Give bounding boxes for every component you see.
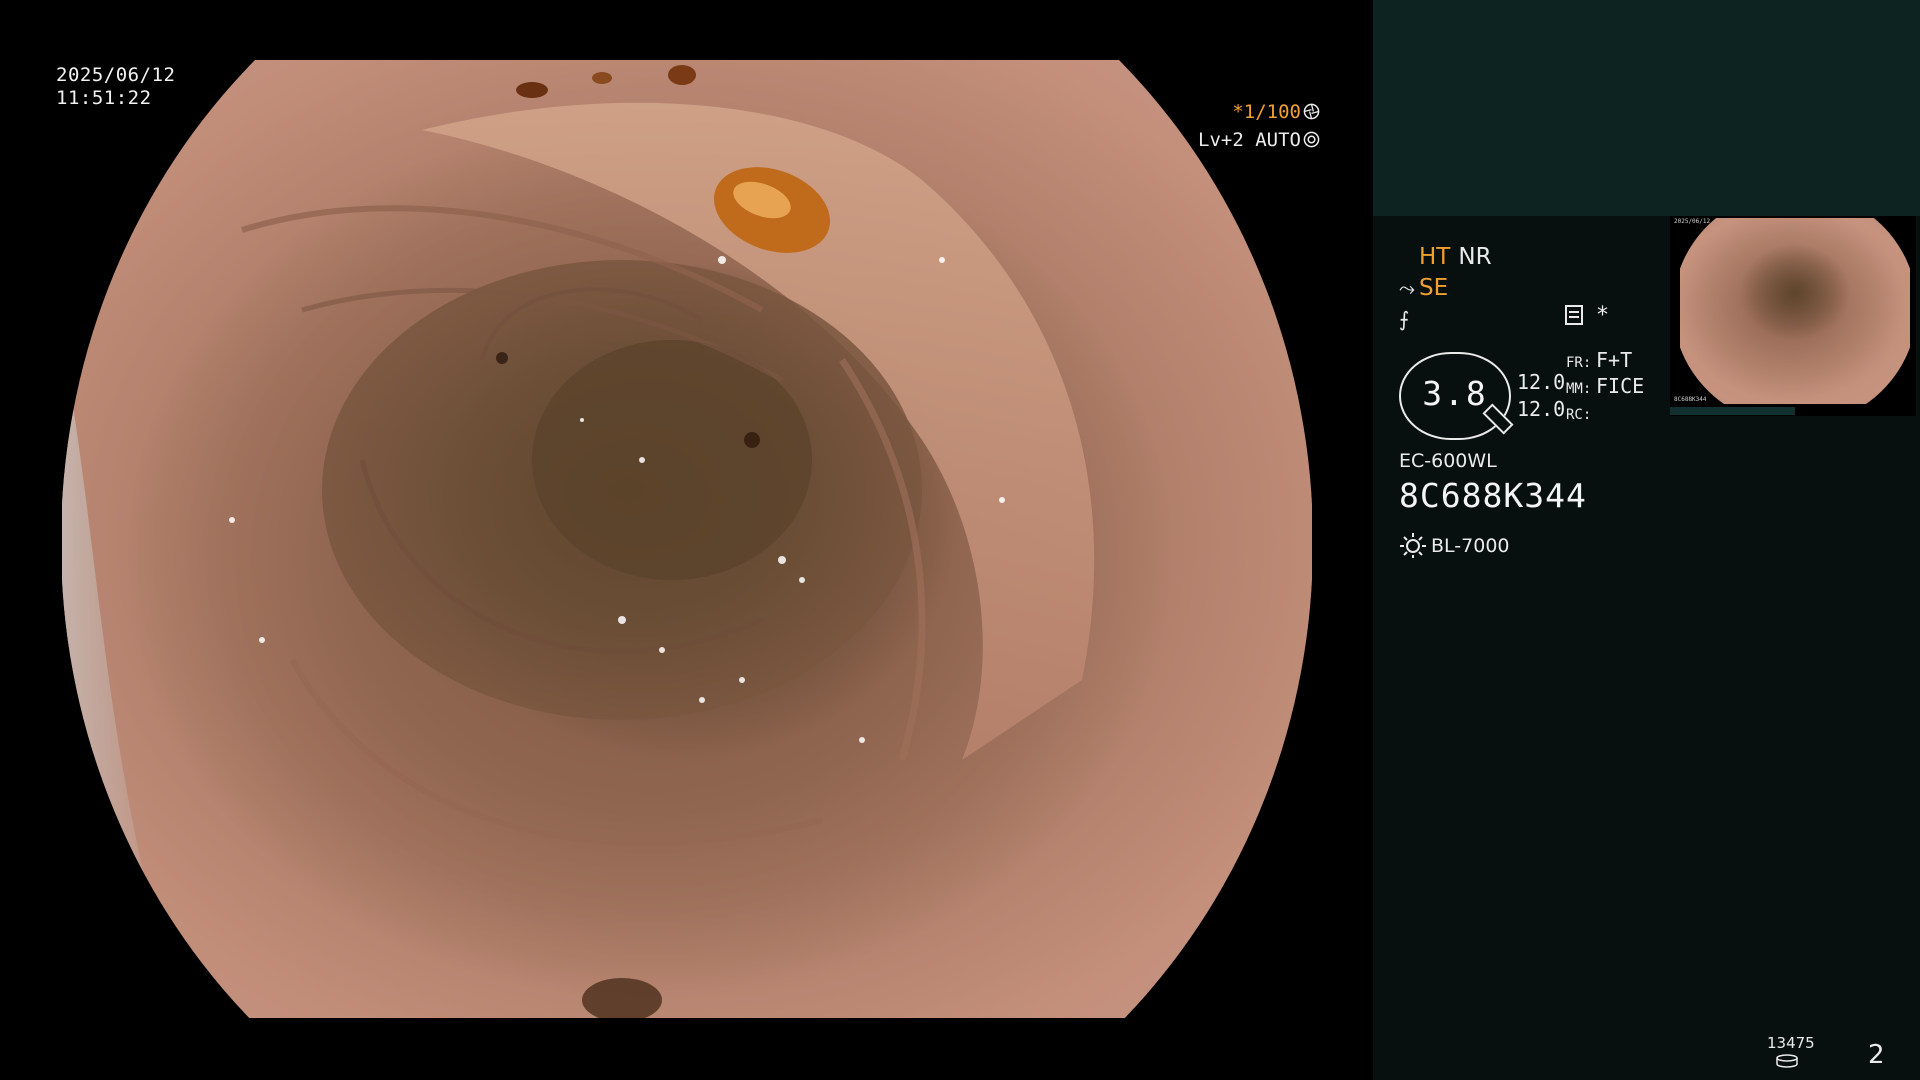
gauge-line-2: 12.0 xyxy=(1517,397,1566,421)
fr-key: FR: xyxy=(1566,355,1592,371)
date-text: 2025/06/12 xyxy=(56,64,176,86)
rc-key: RC: xyxy=(1566,407,1592,423)
thumbnail-serial: 8C688K344 xyxy=(1674,396,1707,403)
fr-row: FR: F+T xyxy=(1566,349,1644,375)
colon-lumen-illustration xyxy=(62,65,1095,1018)
mm-value: FICE xyxy=(1596,374,1645,398)
memo-icon xyxy=(1565,305,1583,325)
memo-row: * xyxy=(1565,303,1608,328)
reference-thumbnail: 2025/06/12 8C688K344 xyxy=(1670,216,1916,416)
gauge-line-1: 12.0 xyxy=(1517,370,1566,394)
brightness-level: Lv+2 xyxy=(1198,129,1244,151)
endoscopic-image xyxy=(62,60,1312,1018)
endoscope-screen: 2025/06/12 11:51:22 *1/100 Lv+2 AUTO HT … xyxy=(0,0,1920,1080)
iris-icon xyxy=(1303,131,1320,148)
freeze-icon: ⨍ xyxy=(1399,307,1410,331)
thumbnail-image xyxy=(1680,218,1910,404)
exposure-readout: *1/100 Lv+2 AUTO xyxy=(1160,98,1320,154)
freeze-row: ⨍ xyxy=(1399,304,1492,335)
image-count: 13475 xyxy=(1767,1034,1815,1052)
aperture-icon xyxy=(1303,103,1320,120)
se-row: ⤳ SE xyxy=(1399,273,1492,304)
time-text: 11:51:22 xyxy=(56,87,152,109)
ht-nr-row: HT NR xyxy=(1399,242,1492,273)
disk-icon xyxy=(1776,1054,1798,1068)
date-time-readout: 2025/06/12 11:51:22 xyxy=(56,64,175,110)
fr-value: F+T xyxy=(1596,348,1633,372)
light-source-model: BL-7000 xyxy=(1431,535,1510,557)
level-row: Lv+2 AUTO xyxy=(1160,126,1320,154)
mm-row: MM: FICE xyxy=(1566,375,1644,401)
mm-key: MM: xyxy=(1566,381,1592,397)
thumbnail-date: 2025/06/12 xyxy=(1674,218,1711,225)
mode-settings: FR: F+T MM: FICE RC: xyxy=(1566,349,1644,427)
magnification-gauge: 3.8 xyxy=(1399,352,1514,440)
shutter-speed: *1/100 xyxy=(1232,101,1301,123)
iris-mode: AUTO xyxy=(1255,129,1301,151)
rc-row: RC: xyxy=(1566,401,1644,427)
star-marker: * xyxy=(1597,303,1608,328)
endoscope-viewport: 2025/06/12 11:51:22 *1/100 Lv+2 AUTO xyxy=(0,0,1372,1080)
shutter-row: *1/100 xyxy=(1160,98,1320,126)
processing-status: HT NR ⤳ SE ⨍ xyxy=(1399,242,1492,335)
gauge-secondary-values: 12.0 12.0 xyxy=(1517,369,1565,423)
structure-enhance-icon: ⤳ xyxy=(1399,276,1415,300)
ht-indicator: HT xyxy=(1419,244,1451,270)
thumbnail-bar xyxy=(1670,407,1795,415)
storage-counter: 13475 xyxy=(1767,1034,1815,1068)
se-indicator: SE xyxy=(1419,275,1449,301)
panel-header-area xyxy=(1373,0,1920,216)
light-source-row: BL-7000 xyxy=(1399,531,1510,559)
scope-model: EC-600WL xyxy=(1399,450,1497,472)
sun-icon xyxy=(1400,533,1426,558)
scope-serial: 8C688K344 xyxy=(1399,476,1587,515)
page-number: 2 xyxy=(1868,1040,1885,1070)
info-panel: HT NR ⤳ SE ⨍ * 3.8 12.0 12.0 FR: F+T MM: FIC… xyxy=(1373,0,1920,1080)
nr-indicator: NR xyxy=(1458,244,1492,270)
